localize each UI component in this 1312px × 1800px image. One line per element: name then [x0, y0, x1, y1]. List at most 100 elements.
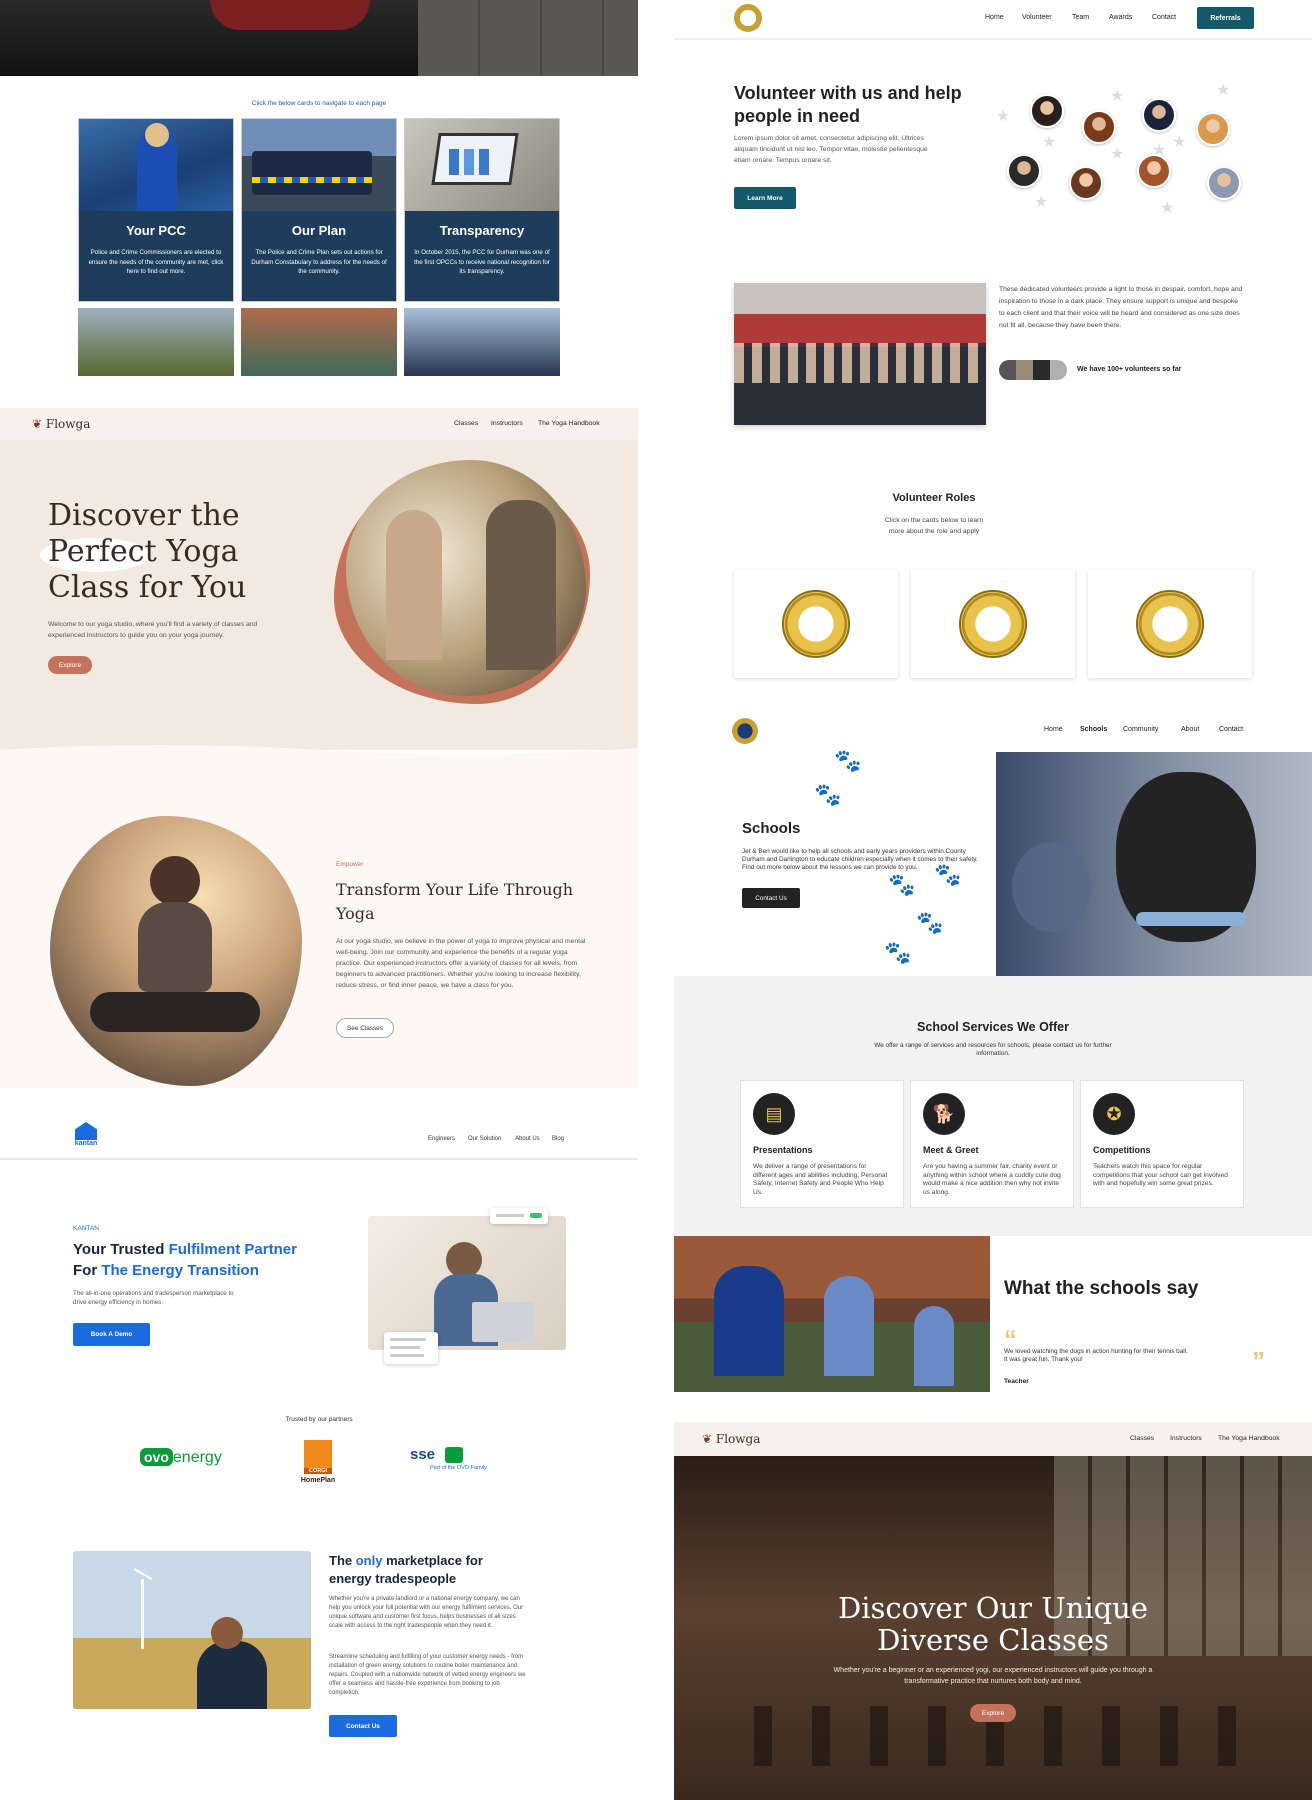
paw-print-icon: 🐾	[888, 872, 916, 897]
nav-schools[interactable]: Schools	[1080, 726, 1107, 733]
schools-title: Schools	[742, 820, 801, 837]
volunteer-avatar	[1069, 166, 1103, 200]
testimonial-section: What the schools say “ We loved watching…	[674, 1236, 1312, 1392]
title-part: The	[329, 1553, 356, 1568]
nav-home[interactable]: Home	[985, 14, 1004, 21]
peer-mentor-seal-icon	[1136, 590, 1204, 658]
officers-photo-3[interactable]	[404, 308, 560, 376]
card-our-plan[interactable]: Our Plan The Police and Crime Plan sets …	[241, 118, 397, 302]
nav-contact[interactable]: Contact	[1152, 14, 1176, 21]
service-card-presentations[interactable]: ▤ Presentations We deliver a range of pr…	[740, 1080, 904, 1208]
learn-more-button[interactable]: Learn More	[734, 187, 796, 209]
right-column: Home Volunteer Team Awards Contact Refer…	[674, 0, 1312, 1800]
hero-title: Discover the Perfect Yoga Class for You	[48, 498, 246, 606]
peer-mentor-seal-icon	[782, 590, 850, 658]
nav-yoga-handbook[interactable]: The Yoga Handbook	[1218, 1435, 1280, 1442]
police-crest-logo[interactable]	[730, 716, 760, 746]
section-title: Transform Your Life Through Yoga	[336, 880, 574, 923]
yoga-class-hero-photo: Discover Our Unique Diverse Classes Whet…	[674, 1456, 1312, 1800]
card-title: Transparency	[439, 223, 525, 238]
kantan-hero-text: The all-in-one operations and tradespers…	[73, 1290, 234, 1307]
site-logo[interactable]	[734, 4, 762, 32]
nav-engineers[interactable]: Engineers	[428, 1136, 455, 1142]
service-text: Teachers watch this space for regular co…	[1093, 1163, 1228, 1188]
classes-hero-text: Whether you're a beginner or an experien…	[833, 1667, 1153, 1685]
role-card[interactable]	[911, 570, 1075, 678]
service-card-competitions[interactable]: ✪ Competitions Teachers watch this space…	[1080, 1080, 1244, 1208]
volunteer-hero-text: Lorem ipsum dolor sit amet, consectetur …	[734, 135, 928, 164]
services-text: We offer a range of services and resourc…	[874, 1042, 1112, 1057]
classes-explore-button[interactable]: Explore	[970, 1704, 1016, 1722]
energy-p1: Whether you're a private landlord or a n…	[329, 1596, 524, 1629]
flowga-empower: Empower Transform Your Life Through Yoga…	[0, 762, 638, 1088]
volunteer-avatar	[1082, 110, 1116, 144]
service-title: Presentations	[753, 1145, 813, 1155]
card-transparency[interactable]: Transparency In October 2015, the PCC fo…	[404, 118, 560, 302]
partners-label: Trusted by our partners	[285, 1416, 353, 1423]
pcc-nav-hint: Click the below cards to navigate to eac…	[251, 100, 387, 107]
service-text: We deliver a range of presentations for …	[753, 1163, 888, 1196]
kantan-logo[interactable]: kantan	[72, 1122, 100, 1147]
brand-name: Flowga	[45, 417, 91, 431]
title-part: For	[73, 1261, 102, 1279]
card-text: Police and Crime Commissioners are elect…	[88, 249, 224, 276]
nav-yoga-handbook[interactable]: The Yoga Handbook	[538, 420, 600, 427]
nav-instructors[interactable]: Instructors	[491, 420, 523, 427]
role-card[interactable]	[1088, 570, 1252, 678]
nav-classes[interactable]: Classes	[454, 420, 478, 427]
referrals-button[interactable]: Referrals	[1197, 7, 1254, 29]
star-icon: ★	[1216, 82, 1231, 99]
kantan-eyebrow: KANTAN	[73, 1225, 99, 1232]
card-your-pcc[interactable]: Your PCC Police and Crime Commissioners …	[78, 118, 234, 302]
nav-volunteer[interactable]: Volunteer	[1022, 14, 1052, 21]
kantan-hero-title: Your Trusted Fulfilment Partner For The …	[73, 1240, 323, 1281]
corgi-text: CORGI	[304, 1468, 332, 1474]
hero-title-line: Discover Our Unique	[837, 1591, 1149, 1625]
nav-team[interactable]: Team	[1072, 14, 1089, 21]
engineer-laptop-photo	[368, 1216, 566, 1350]
star-icon: ★	[1034, 194, 1049, 211]
police-van-photo	[242, 119, 396, 211]
paw-print-icon: 🐾	[916, 910, 944, 935]
officers-photo-1[interactable]	[78, 308, 234, 376]
hero-title-line: Discover the	[48, 498, 240, 533]
card-title: Your PCC	[126, 223, 186, 238]
lotus-icon: ❦	[32, 417, 43, 431]
nav-classes[interactable]: Classes	[1130, 1435, 1154, 1442]
nav-community[interactable]: Community	[1123, 726, 1158, 733]
nav-blog[interactable]: Blog	[552, 1136, 564, 1142]
wave-divider	[0, 745, 638, 764]
schools-contact-button[interactable]: Contact Us	[742, 888, 800, 908]
nav-awards[interactable]: Awards	[1109, 14, 1132, 21]
see-classes-button[interactable]: See Classes	[336, 1018, 394, 1038]
volunteer-avatar	[1142, 98, 1176, 132]
paw-print-icon: 🐾	[834, 748, 862, 773]
service-card-meet-greet[interactable]: 🐕 Meet & Greet Are you having a summer f…	[910, 1080, 1074, 1208]
title-highlight: The Energy Transition	[101, 1261, 259, 1279]
schools-hero: 🐾 🐾 🐾 🐾 🐾 🐾 Schools Jet & Ben would like…	[674, 748, 1312, 976]
nav-home[interactable]: Home	[1044, 726, 1063, 733]
role-card[interactable]	[734, 570, 898, 678]
sse-sub: Part of the OVO Family	[430, 1465, 487, 1471]
schools-text: Jet & Ben would like to help all schools…	[742, 848, 978, 871]
ovo-text: energy	[172, 1449, 222, 1466]
nav-about-us[interactable]: About Us	[515, 1136, 540, 1142]
title-highlight: only	[355, 1553, 383, 1568]
volunteer-avatar	[1196, 112, 1230, 146]
nav-contact[interactable]: Contact	[1219, 726, 1243, 733]
contact-us-button[interactable]: Contact Us	[329, 1715, 397, 1737]
star-icon: ★	[1042, 134, 1057, 151]
explore-button[interactable]: Explore	[48, 656, 92, 674]
volunteer-avatars-strip	[999, 360, 1067, 380]
nav-instructors[interactable]: Instructors	[1170, 1435, 1202, 1442]
flowga-logo[interactable]: ❦ Flowga	[32, 417, 90, 431]
nav-about[interactable]: About	[1181, 726, 1199, 733]
schools-header: Home Schools Community About Contact	[674, 710, 1312, 752]
officers-photo-2[interactable]	[241, 308, 397, 376]
flowga-logo[interactable]: ❦ Flowga	[702, 1432, 760, 1446]
nav-our-solution[interactable]: Our Solution	[468, 1136, 501, 1142]
yoga-woman-photo	[50, 816, 302, 1086]
book-demo-button[interactable]: Book A Demo	[73, 1323, 150, 1346]
paw-print-icon: 🐾	[884, 940, 912, 965]
hero-title-line: Diverse Classes	[877, 1623, 1109, 1658]
